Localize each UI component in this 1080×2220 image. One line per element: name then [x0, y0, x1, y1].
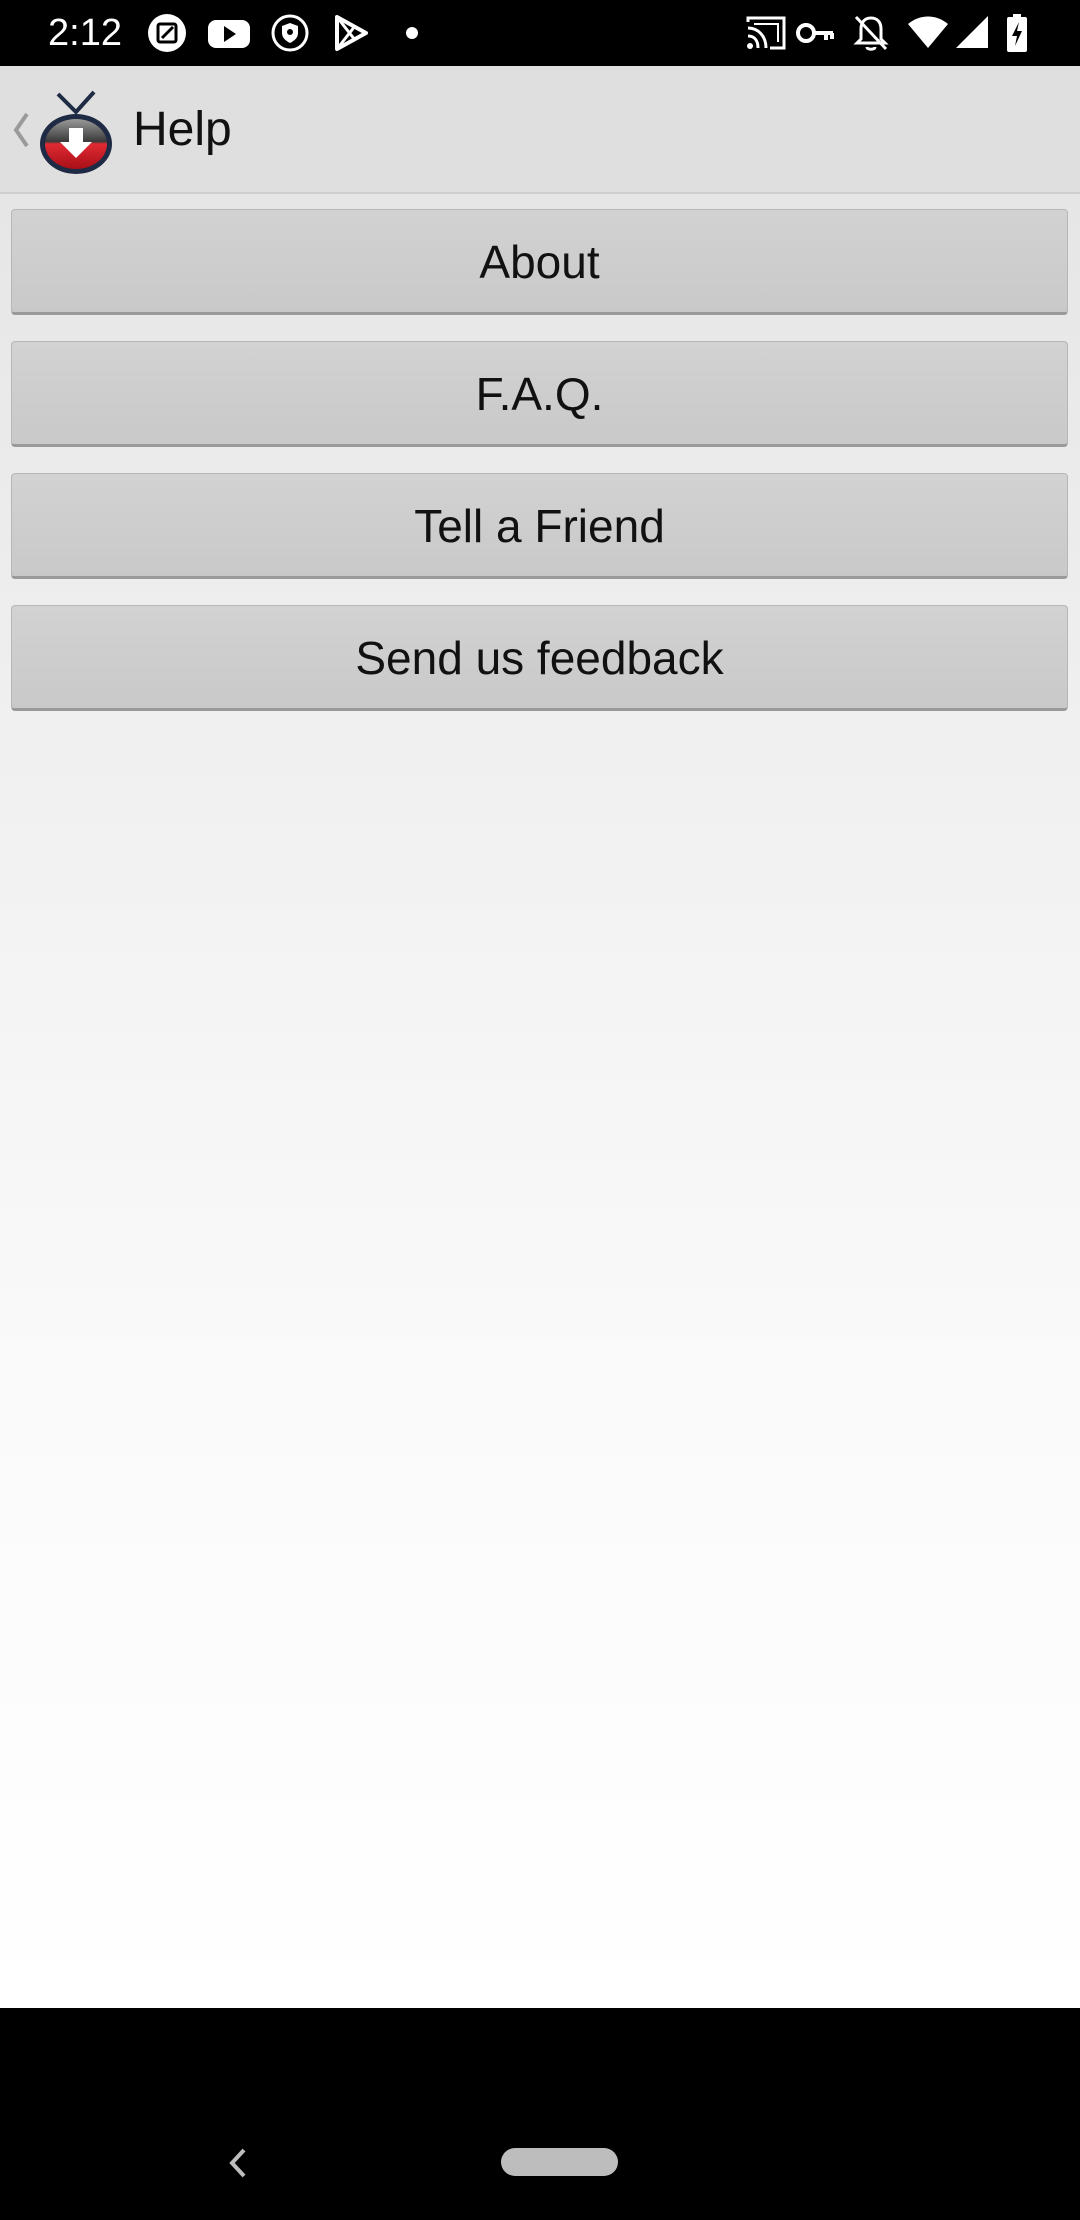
battery-charging-icon — [1005, 12, 1029, 54]
up-caret-icon[interactable] — [10, 110, 32, 150]
help-menu: About F.A.Q. Tell a Friend Send us feedb… — [0, 194, 1080, 2008]
back-icon[interactable] — [224, 2146, 252, 2180]
tv-download-icon[interactable] — [36, 88, 116, 176]
cast-icon — [744, 12, 788, 54]
status-time: 2:12 — [48, 12, 122, 54]
home-pill-icon[interactable] — [501, 2148, 618, 2176]
send-feedback-button[interactable]: Send us feedback — [11, 605, 1068, 711]
faq-button[interactable]: F.A.Q. — [11, 341, 1068, 447]
tell-a-friend-button[interactable]: Tell a Friend — [11, 473, 1068, 579]
navigation-bar — [0, 2008, 1080, 2220]
wifi-icon — [906, 12, 950, 54]
signal-icon — [954, 12, 990, 54]
about-button[interactable]: About — [11, 209, 1068, 315]
app-bar: Help — [0, 66, 1080, 194]
screen: 2:12 Help About F.A.Q. Tell a Friend Sen… — [0, 0, 1080, 2220]
notifications-off-icon — [851, 12, 891, 54]
vpn-key-icon — [795, 12, 835, 54]
youtube-icon — [207, 12, 251, 54]
play-store-icon — [331, 12, 371, 54]
dot-icon — [405, 12, 419, 54]
page-title: Help — [133, 103, 232, 156]
status-bar: 2:12 — [0, 0, 1080, 66]
shield-icon — [270, 12, 310, 54]
edit-square-icon — [146, 12, 188, 54]
